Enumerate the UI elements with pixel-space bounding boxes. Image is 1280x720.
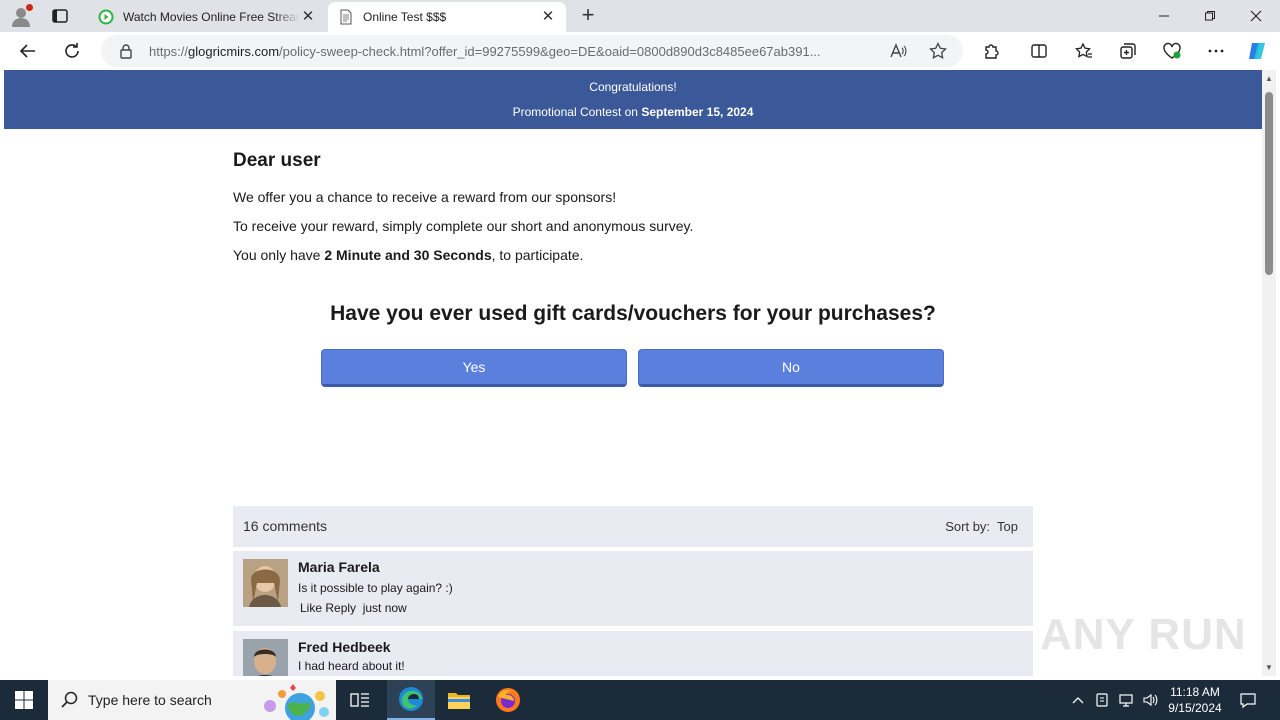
taskbar-search-box[interactable]: Type here to search [48,680,336,720]
page-viewport: Congratulations! Promotional Contest on … [4,70,1262,676]
tray-overflow-icon[interactable] [1068,680,1088,720]
back-icon[interactable] [17,40,39,62]
tab-title: Watch Movies Online Free Streaming [123,10,300,24]
tab-close-icon[interactable]: ✕ [540,9,556,25]
tab-title: Online Test $$$ [363,10,447,24]
volume-icon[interactable] [1140,680,1160,720]
file-explorer-icon[interactable] [435,680,483,720]
page-favicon-icon [338,9,354,25]
notifications-icon[interactable] [1234,680,1262,720]
comments-count: 16 comments [243,518,328,534]
timer-value: 2 Minute and 30 Seconds [324,247,492,263]
anyrun-watermark: ANY RUN [1040,610,1247,659]
edge-taskbar-icon[interactable] [387,680,435,720]
congrats-banner: Congratulations! Promotional Contest on … [4,70,1262,129]
avatar [243,559,288,607]
commenter-name: Maria Farela [298,559,380,575]
tab-actions-icon[interactable] [50,6,70,26]
address-bar[interactable]: https://glogricmirs.com/policy-sweep-che… [101,35,963,67]
close-window-icon[interactable] [1233,0,1279,32]
intro-paragraph-1: We offer you a chance to receive a rewar… [233,189,617,205]
favorites-icon[interactable] [1073,40,1095,62]
scroll-up-icon[interactable]: ▲ [1265,74,1273,83]
tab-online-test[interactable]: Online Test $$$ ✕ [328,2,566,32]
banner-subtitle-text: Promotional Contest on [512,105,638,119]
sort-value[interactable]: Top [997,519,1018,534]
windows-taskbar: Type here to search 11:18 AM 9/15/2024 [0,680,1280,720]
intro-paragraph-3: You only have 2 Minute and 30 Seconds, t… [233,247,583,263]
sort-control[interactable]: Sort by: Top [945,519,1018,534]
profile-avatar-icon[interactable] [10,4,33,27]
survey-question: Have you ever used gift cards/vouchers f… [330,302,936,325]
commenter-name: Fred Hedbeek [298,639,391,655]
url-host: glogricmirs.com [188,44,280,59]
copilot-icon[interactable] [1246,40,1268,62]
tab-watch-movies[interactable]: Watch Movies Online Free Streaming ✕ [88,2,326,32]
play-favicon-icon [98,9,114,25]
yes-button[interactable]: Yes [321,349,627,387]
timer-prefix: You only have [233,247,321,263]
comment-item: Maria Farela Is it possible to play agai… [233,551,1033,626]
no-button[interactable]: No [638,349,944,387]
firefox-icon[interactable] [484,680,532,720]
tab-close-icon[interactable]: ✕ [300,9,316,25]
scroll-down-icon[interactable]: ▼ [1265,663,1273,672]
url-text[interactable]: https://glogricmirs.com/policy-sweep-che… [149,44,879,59]
extensions-icon[interactable] [980,40,1002,62]
sort-label: Sort by: [945,519,991,534]
tab-strip: Watch Movies Online Free Streaming ✕ Onl… [0,0,1280,32]
avatar [243,639,288,676]
scrollbar-thumb[interactable] [1265,92,1273,275]
search-icon [61,691,79,714]
url-scheme: https:// [149,44,189,59]
device-icon[interactable] [1092,680,1112,720]
notification-dot [26,4,33,11]
search-highlight-icon [260,682,332,720]
intro-paragraph-2: To receive your reward, simply complete … [233,218,694,234]
lock-icon[interactable] [115,40,137,62]
windows-start-icon[interactable] [0,680,48,720]
url-path: /policy-sweep-check.html?offer_id=992755… [279,44,821,59]
greeting-heading: Dear user [233,150,321,171]
comment-actions[interactable]: Like Reply just now [300,601,407,615]
comment-text: I had heard about it! [298,659,405,673]
comment-item: Fred Hedbeek I had heard about it! [233,631,1033,676]
banner-date: September 15, 2024 [641,105,754,119]
system-clock[interactable]: 11:18 AM 9/15/2024 [1160,684,1230,716]
collections-icon[interactable] [1117,40,1139,62]
read-aloud-icon[interactable] [887,40,909,62]
split-screen-icon[interactable] [1028,40,1050,62]
restore-icon[interactable] [1187,0,1233,32]
comments-header: 16 comments Sort by: Top [233,506,1033,547]
refresh-icon[interactable] [61,40,83,62]
favorite-star-icon[interactable] [927,40,949,62]
task-view-icon[interactable] [336,680,384,720]
network-icon[interactable] [1116,680,1136,720]
settings-more-icon[interactable] [1205,40,1227,62]
new-tab-icon[interactable]: + [577,4,599,27]
timer-suffix: , to participate. [491,247,584,263]
minimize-icon[interactable] [1141,0,1187,32]
banner-title: Congratulations! [589,80,677,94]
browser-toolbar: https://glogricmirs.com/policy-sweep-che… [0,32,1280,70]
clock-date: 9/15/2024 [1168,701,1222,715]
comment-text: Is it possible to play again? :) [298,581,453,595]
page-scrollbar[interactable]: ▲ ▼ [1262,70,1276,676]
banner-subtitle: Promotional Contest on September 15, 202… [4,105,1262,119]
browser-essentials-icon[interactable] [1161,40,1183,62]
clock-time: 11:18 AM [1170,685,1220,699]
search-placeholder: Type here to search [88,692,212,708]
